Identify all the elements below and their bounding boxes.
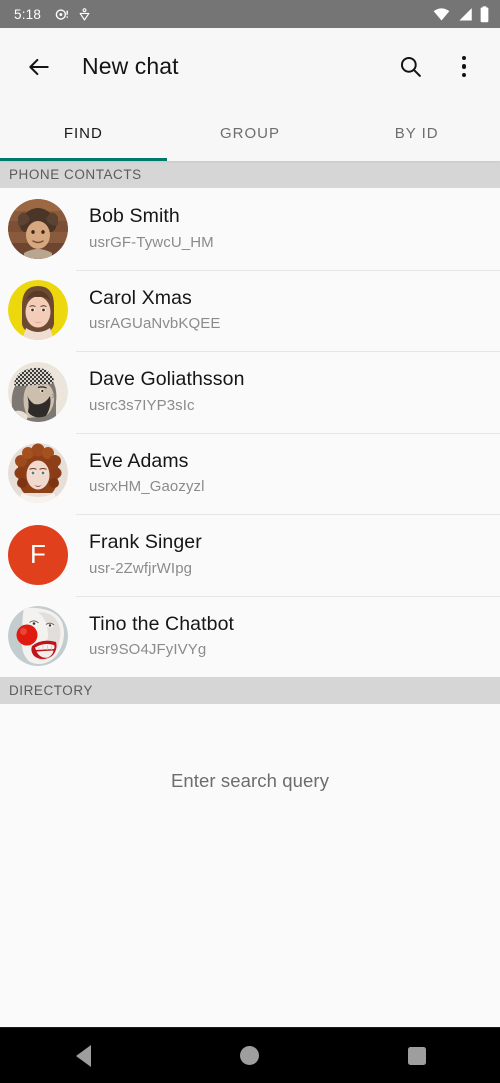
tab-active-indicator — [0, 158, 167, 161]
wifi-icon — [433, 7, 450, 20]
directory-body: Enter search query — [0, 704, 500, 1027]
photo-redhead-woman-icon — [8, 443, 68, 504]
avatar-initial: F — [30, 539, 46, 570]
nav-recents-button[interactable] — [382, 1028, 452, 1083]
photo-fur-hat-man-icon — [8, 198, 68, 259]
status-bar: 5:18 — [0, 0, 500, 28]
contact-user-id: usr9SO4JFyIVYg — [89, 641, 207, 659]
nav-home-button[interactable] — [215, 1028, 285, 1083]
tab-by-id-label: BY ID — [394, 124, 439, 142]
empty-state-message: Enter search query — [170, 770, 330, 791]
section-header-label: DIRECTORY — [9, 683, 93, 698]
avatar — [8, 443, 68, 504]
contact-user-id: usrc3s7IYP3sIc — [89, 396, 195, 414]
contact-user-id: usrGF-TywcU_HM — [89, 233, 214, 251]
overflow-dot — [461, 55, 467, 61]
nav-back-button[interactable] — [48, 1028, 118, 1083]
contact-text: Bob Smith usrGF-TywcU_HM — [89, 204, 214, 253]
tab-bar: FIND GROUP BY ID — [0, 105, 500, 161]
avatar — [8, 361, 68, 422]
section-header-directory: DIRECTORY — [0, 677, 500, 704]
contact-name: Frank Singer — [89, 531, 202, 554]
contact-text: Tino the Chatbot usr9SO4JFyIVYg — [89, 612, 234, 661]
back-arrow-icon — [29, 58, 49, 75]
overflow-dot — [461, 72, 467, 78]
phone-contacts-list: Bob Smith usrGF-TywcU_HM Carol Xmas usrA… — [0, 188, 500, 677]
overflow-menu-icon — [461, 55, 467, 78]
page-title: New chat — [82, 53, 179, 79]
contact-name: Bob Smith — [89, 205, 180, 228]
list-item[interactable]: Dave Goliathsson usrc3s7IYP3sIc — [0, 351, 500, 433]
search-icon — [400, 56, 421, 77]
location-heart-icon — [79, 7, 90, 21]
contact-name: Dave Goliathsson — [89, 368, 245, 391]
contact-name: Tino the Chatbot — [89, 612, 235, 635]
section-header-label: PHONE CONTACTS — [9, 167, 142, 182]
status-notification-icons — [54, 7, 91, 22]
status-system-icons — [432, 5, 490, 23]
contact-text: Dave Goliathsson usrc3s7IYP3sIc — [89, 367, 245, 416]
photo-bearded-profile-icon — [8, 361, 68, 422]
system-navigation-bar — [0, 1027, 500, 1083]
tab-find[interactable]: FIND — [0, 105, 167, 161]
contact-user-id: usrAGUaNvbKQEE — [89, 315, 221, 333]
tab-by-id[interactable]: BY ID — [333, 105, 500, 161]
list-item[interactable]: Eve Adams usrxHM_Gaozyzl — [0, 432, 500, 514]
avatar — [8, 606, 68, 667]
back-button[interactable] — [22, 50, 56, 84]
nav-home-icon — [240, 1046, 260, 1065]
contact-name: Eve Adams — [89, 449, 189, 472]
list-item[interactable]: F Frank Singer usr-2ZwfjrWIpg — [0, 514, 500, 596]
contact-text: Carol Xmas usrAGUaNvbKQEE — [89, 286, 220, 335]
app-bar: New chat — [0, 28, 500, 105]
nav-back-icon — [75, 1044, 91, 1067]
list-item[interactable]: Bob Smith usrGF-TywcU_HM — [0, 188, 500, 270]
avatar — [8, 198, 68, 259]
phone-screen: 5:18 New chat FIND GROUP BY ID PHONE CON… — [0, 0, 500, 1083]
contact-name: Carol Xmas — [89, 286, 192, 309]
section-header-phone-contacts: PHONE CONTACTS — [0, 161, 500, 188]
photo-woman-yellow-bg-icon — [8, 280, 68, 341]
status-clock: 5:18 — [14, 6, 42, 22]
list-item[interactable]: Tino the Chatbot usr9SO4JFyIVYg — [0, 595, 500, 677]
tab-find-label: FIND — [63, 124, 103, 142]
contact-user-id: usrxHM_Gaozyzl — [89, 478, 205, 496]
contact-text: Frank Singer usr-2ZwfjrWIpg — [89, 530, 202, 579]
photo-clown-face-icon — [8, 606, 68, 667]
list-item[interactable]: Carol Xmas usrAGUaNvbKQEE — [0, 269, 500, 351]
alarm-notification-icon — [55, 8, 69, 20]
cell-signal-icon — [459, 7, 472, 20]
overflow-menu-button[interactable] — [446, 49, 482, 85]
tab-group-label: GROUP — [220, 124, 281, 142]
tab-group[interactable]: GROUP — [167, 105, 334, 161]
overflow-dot — [461, 64, 467, 69]
contact-text: Eve Adams usrxHM_Gaozyzl — [89, 449, 205, 498]
battery-icon — [480, 5, 489, 22]
search-button[interactable] — [392, 49, 428, 85]
nav-recents-icon — [407, 1046, 426, 1065]
avatar: F — [8, 524, 68, 585]
contact-user-id: usr-2ZwfjrWIpg — [89, 559, 193, 577]
avatar — [8, 280, 68, 341]
